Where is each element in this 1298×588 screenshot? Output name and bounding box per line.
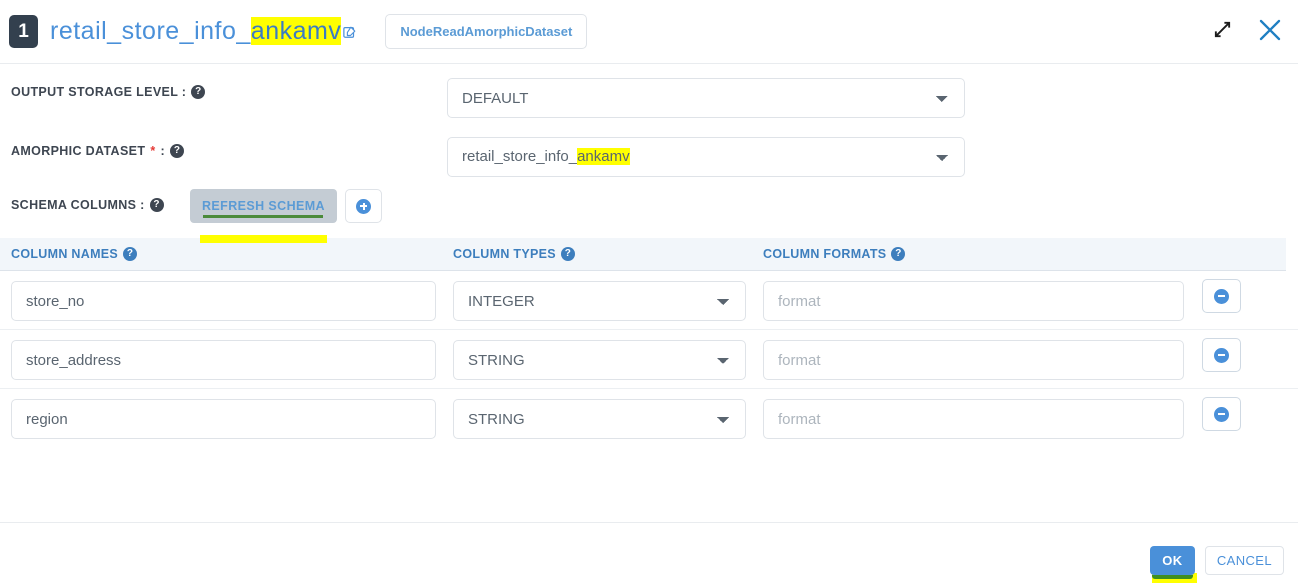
remove-column-button[interactable] [1202,338,1241,372]
column-header-formats-label: COLUMN FORMATS [763,247,887,261]
schema-columns-label: SCHEMA COLUMNS : ? [11,198,164,212]
column-type-select[interactable]: INTEGER [453,281,746,321]
column-name-cell [11,281,436,321]
column-type-cell: INTEGER [453,281,746,321]
help-circle-icon[interactable]: ? [560,247,575,261]
required-marker: * [150,144,156,158]
amorphic-dataset-control: retail_store_info_ankamv retail_store_in… [447,137,965,177]
plus-circle-icon [356,198,371,214]
column-type-cell: STRING [453,340,746,380]
node-number-badge: 1 [9,15,38,48]
help-circle-icon[interactable]: ? [149,198,164,212]
column-name-cell [11,340,436,380]
column-header-types-label: COLUMN TYPES [453,247,556,261]
output-storage-level-label-text: OUTPUT STORAGE LEVEL : [11,85,187,99]
column-format-cell [763,340,1184,380]
column-header-formats: COLUMN FORMATS ? [763,247,906,261]
help-circle-icon[interactable]: ? [891,247,906,261]
footer-actions: OK CANCEL [1149,546,1284,579]
field-output-storage-level: OUTPUT STORAGE LEVEL : ? DEFAULT [0,64,1298,123]
node-config-dialog: 1 retail_store_info_ankamv NodeReadAmorp… [0,0,1298,588]
column-header-names: COLUMN NAMES ? [11,247,138,261]
column-type-select[interactable]: STRING [453,399,746,439]
output-storage-level-control: DEFAULT [447,78,965,118]
amorphic-dataset-label: AMORPHIC DATASET * : ? [11,144,185,158]
column-format-input[interactable] [763,340,1184,380]
column-name-input[interactable] [11,399,436,439]
output-storage-level-label: OUTPUT STORAGE LEVEL : ? [11,85,206,99]
close-x-icon[interactable] [1256,16,1284,49]
amorphic-dataset-label-colon: : [160,144,166,158]
help-circle-icon[interactable]: ? [191,85,206,99]
node-title: retail_store_info_ankamv [50,17,357,46]
refresh-schema-highlight [200,235,327,243]
node-title-prefix: retail_store_info_ [50,17,251,45]
table-row: STRING [0,330,1298,389]
amorphic-dataset-label-text: AMORPHIC DATASET [11,144,146,158]
column-format-cell [763,281,1184,321]
field-amorphic-dataset: AMORPHIC DATASET * : ? retail_store_info… [0,123,1298,182]
edit-pencil-icon[interactable] [343,25,357,39]
remove-column-button[interactable] [1202,279,1241,313]
field-schema-columns: SCHEMA COLUMNS : ? REFRESH SCHEMA [0,182,1298,234]
schema-columns-label-text: SCHEMA COLUMNS : [11,198,145,212]
minus-circle-icon [1214,288,1229,304]
node-title-text[interactable]: retail_store_info_ankamv [50,17,342,46]
table-row: STRING [0,389,1298,448]
dialog-footer: OK CANCEL [0,522,1298,588]
column-name-cell [11,399,436,439]
column-type-select[interactable]: STRING [453,340,746,380]
cancel-button[interactable]: CANCEL [1204,546,1284,575]
header-actions [1213,0,1284,64]
remove-column-cell [1202,397,1241,431]
remove-column-cell [1202,338,1241,372]
column-format-cell [763,399,1184,439]
column-format-input[interactable] [763,399,1184,439]
table-header-row: COLUMN NAMES ? COLUMN TYPES ? COLUMN FOR… [0,238,1286,271]
table-row: INTEGER [0,271,1298,330]
output-storage-level-select[interactable]: DEFAULT [447,78,965,118]
column-name-input[interactable] [11,340,436,380]
node-type-badge: NodeReadAmorphicDataset [385,14,588,49]
add-column-button[interactable] [345,189,382,223]
remove-column-cell [1202,279,1241,313]
help-circle-icon[interactable]: ? [170,144,185,158]
refresh-schema-underline [203,215,323,218]
amorphic-dataset-select[interactable]: retail_store_info_ankamv [447,137,965,177]
minus-circle-icon [1214,406,1229,422]
column-header-types: COLUMN TYPES ? [453,247,575,261]
column-format-input[interactable] [763,281,1184,321]
column-name-input[interactable] [11,281,436,321]
dialog-header: 1 retail_store_info_ankamv NodeReadAmorp… [0,0,1298,64]
minus-circle-icon [1214,347,1229,363]
dialog-body: OUTPUT STORAGE LEVEL : ? DEFAULT AMORPHI… [0,64,1298,448]
column-type-cell: STRING [453,399,746,439]
schema-columns-table: COLUMN NAMES ? COLUMN TYPES ? COLUMN FOR… [0,238,1298,448]
expand-arrows-icon[interactable] [1213,20,1232,44]
ok-button[interactable]: OK [1149,546,1195,579]
help-circle-icon[interactable]: ? [123,247,138,261]
column-header-names-label: COLUMN NAMES [11,247,119,261]
node-title-highlight: ankamv [250,17,342,45]
remove-column-button[interactable] [1202,397,1241,431]
